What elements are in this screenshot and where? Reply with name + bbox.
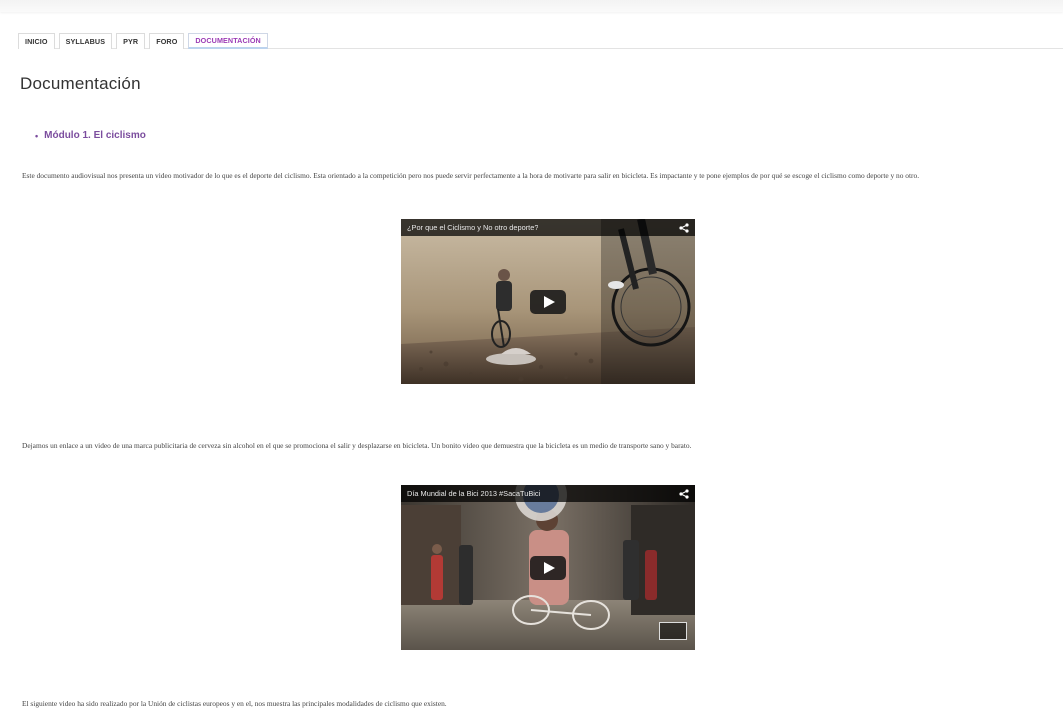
tab-syllabus[interactable]: SYLLABUS: [58, 33, 113, 49]
play-button[interactable]: [530, 289, 566, 314]
top-header-bar: [0, 0, 1063, 12]
play-icon: [544, 295, 555, 308]
tab-foro[interactable]: FORO: [149, 33, 185, 49]
module-title[interactable]: Módulo 1. El ciclismo: [44, 130, 146, 141]
tab-documentacion[interactable]: DOCUMENTACIÓN: [188, 33, 268, 49]
share-icon[interactable]: [679, 488, 689, 499]
channel-logo-icon: [659, 622, 687, 640]
play-button[interactable]: [530, 555, 566, 580]
course-tabs: INICIO SYLLABUS PYR FORO DOCUMENTACIÓN: [18, 33, 272, 49]
module-heading[interactable]: • Módulo 1. El ciclismo: [35, 130, 146, 141]
bullet-icon: •: [35, 130, 39, 141]
paragraph-modalidades: El siguiente video ha sido realizado por…: [22, 699, 447, 708]
play-icon: [544, 561, 555, 574]
video-player-1[interactable]: ¿Por que el Ciclismo y No otro deporte?: [401, 219, 695, 384]
tab-inicio[interactable]: INICIO: [18, 33, 55, 49]
video-titlebar-1: ¿Por que el Ciclismo y No otro deporte?: [401, 219, 695, 236]
share-icon[interactable]: [679, 222, 689, 233]
paragraph-intro: Este documento audiovisual nos presenta …: [22, 171, 920, 180]
video-title-1[interactable]: ¿Por que el Ciclismo y No otro deporte?: [407, 223, 538, 232]
video-player-2[interactable]: Día Mundial de la Bici 2013 #SacaTuBici: [401, 485, 695, 650]
tab-pyr[interactable]: PYR: [116, 33, 146, 49]
paragraph-beer-ad: Dejamos un enlace a un video de una marc…: [22, 441, 692, 450]
page-title: Documentación: [20, 74, 141, 93]
video-title-2[interactable]: Día Mundial de la Bici 2013 #SacaTuBici: [407, 489, 540, 498]
video-titlebar-2: Día Mundial de la Bici 2013 #SacaTuBici: [401, 485, 695, 502]
